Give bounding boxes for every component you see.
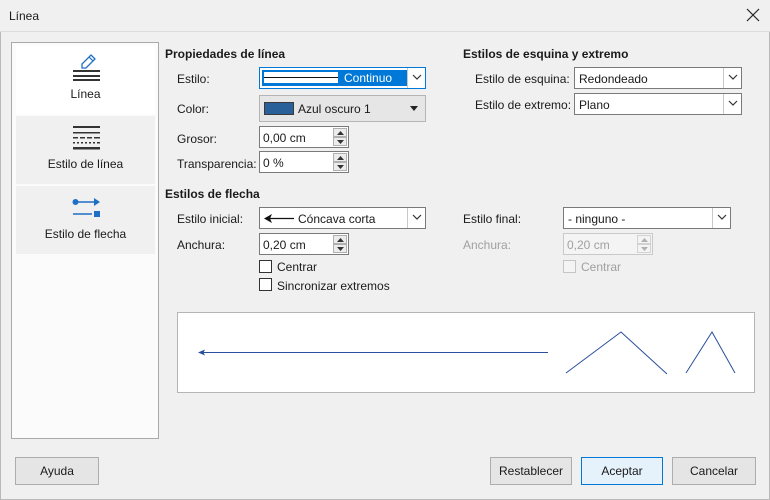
caret-down-icon [410,106,418,111]
transparency-spinbox[interactable]: 0 % [259,151,349,173]
corner-style-label: Estilo de esquina: [475,72,570,86]
transparency-value: 0 % [263,156,284,170]
line-style-select[interactable]: Continuo [259,67,426,89]
arrow-left-icon [264,214,294,223]
close-icon[interactable] [744,6,762,24]
cap-style-value: Plano [579,98,610,112]
color-value: Azul oscuro 1 [298,102,371,116]
ok-button[interactable]: Aceptar [581,457,663,485]
title-bar: Línea [0,0,770,32]
dropdown-button[interactable] [407,208,425,228]
transparency-label: Transparencia: [177,157,257,171]
end-width-value: 0,20 cm [567,238,610,252]
style-label: Estilo: [177,72,210,86]
end-width-spinbox[interactable]: 0,20 cm [563,233,653,255]
end-arrow-select[interactable]: - ninguno - [563,207,731,229]
preview-canvas [198,331,736,375]
color-select[interactable]: Azul oscuro 1 [259,95,426,122]
end-arrow-value: - ninguno - [568,212,626,226]
start-arrow-select[interactable]: Cóncava corta [259,207,426,229]
start-width-label: Anchura: [177,238,226,252]
sidebar-item-label: Estilo de línea [47,157,124,171]
line-style-value: Continuo [344,71,393,85]
center-end-checkbox[interactable] [563,260,576,273]
chevron-down-icon [412,214,422,220]
start-width-value: 0,20 cm [263,238,306,252]
sidebar-item-label: Estilo de flecha [44,227,127,241]
help-button[interactable]: Ayuda [15,457,99,485]
reset-button[interactable]: Restablecer [490,457,572,485]
color-label: Color: [177,102,210,116]
cap-style-label: Estilo de extremo: [475,98,572,112]
corner-style-select[interactable]: Redondeado [574,67,742,89]
arrow-style-icon [72,198,100,217]
window-title: Línea [9,9,40,23]
sidebar-item-estilo-linea[interactable]: Estilo de línea [16,116,155,184]
decrement-button[interactable] [637,244,651,253]
chevron-down-icon [717,214,727,220]
center-start-checkbox[interactable] [259,260,272,273]
increment-button[interactable] [637,235,651,244]
width-spinbox[interactable]: 0,00 cm [259,126,349,148]
decrement-button[interactable] [333,162,347,171]
increment-button[interactable] [333,235,347,244]
sidebar-item-estilo-flecha[interactable]: Estilo de flecha [16,186,155,254]
sidebar: Línea Estilo de línea Estilo de flecha [11,42,159,439]
chevron-down-icon [728,74,738,80]
sidebar-item-linea[interactable]: Línea [16,46,155,114]
decrement-button[interactable] [333,137,347,146]
start-arrow-value: Cóncava corta [298,212,376,226]
corner-cap-header: Estilos de esquina y extremo [463,47,629,61]
increment-button[interactable] [333,128,347,137]
sync-ends-label: Sincronizar extremos [277,279,390,293]
width-value: 0,00 cm [263,131,306,145]
end-width-label: Anchura: [463,238,512,252]
center-end-label: Centrar [581,260,622,274]
start-width-spinbox[interactable]: 0,20 cm [259,233,349,255]
line-preview [177,312,755,393]
color-swatch [264,102,294,115]
chevron-down-icon [412,74,422,80]
cancel-button[interactable]: Cancelar [672,457,756,485]
dropdown-button[interactable] [407,68,425,88]
dropdown-button[interactable] [712,208,730,228]
pencil-line-icon [73,54,100,81]
dropdown-button[interactable] [723,94,741,114]
end-style-label: Estilo final: [463,212,522,226]
center-start-label: Centrar [277,260,318,274]
arrow-styles-header: Estilos de flecha [165,187,260,201]
sync-ends-checkbox[interactable] [259,278,272,291]
decrement-button[interactable] [333,244,347,253]
sidebar-item-label: Línea [70,87,101,101]
start-style-label: Estilo inicial: [177,212,244,226]
line-style-icon [73,126,100,150]
width-label: Grosor: [177,132,218,146]
line-sample-preview [264,72,338,83]
line-properties-header: Propiedades de línea [165,47,286,61]
corner-style-value: Redondeado [579,72,648,86]
increment-button[interactable] [333,153,347,162]
selected-highlight: Continuo [262,70,408,86]
dropdown-button[interactable] [723,68,741,88]
chevron-down-icon [728,100,738,106]
cap-style-select[interactable]: Plano [574,93,742,115]
